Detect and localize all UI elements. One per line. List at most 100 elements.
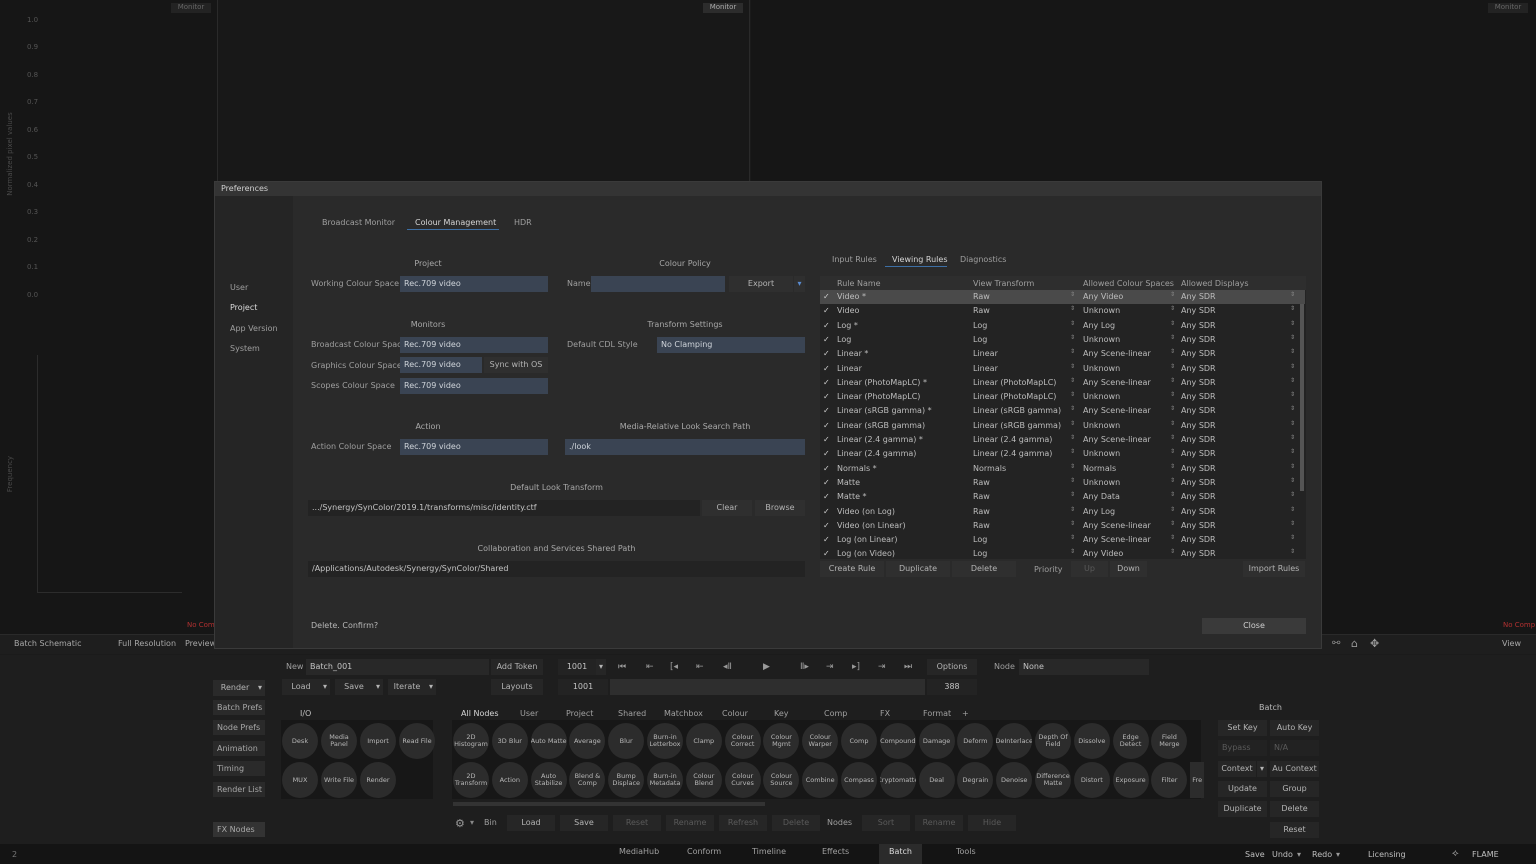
auto-key-button[interactable]: Auto Key bbox=[1270, 720, 1319, 736]
io-node-write-file[interactable]: Write File bbox=[321, 762, 357, 798]
table-row[interactable]: ✓ Video (on Log) Raw Any Log Any SDR ⇕ ⇕ ⇕ bbox=[820, 505, 1305, 519]
batch-name-field[interactable]: Batch_001 bbox=[306, 659, 489, 675]
broadcast-colour-space-field[interactable]: Rec.709 video bbox=[400, 337, 548, 353]
node-button[interactable]: Burn-in Metadata bbox=[647, 762, 683, 798]
node-button[interactable]: Edge Detect bbox=[1112, 723, 1149, 759]
bottom-tab[interactable]: Effects bbox=[812, 844, 859, 864]
side-btn-timing[interactable]: Timing bbox=[213, 761, 265, 776]
table-row[interactable]: ✓ Linear (2.4 gamma) Linear (2.4 gamma) Unk… bbox=[820, 447, 1305, 461]
load-button[interactable]: Load bbox=[282, 679, 320, 695]
duplicate-rule-button[interactable]: Duplicate bbox=[886, 561, 950, 577]
side-btn-batch-prefs[interactable]: Batch Prefs bbox=[213, 700, 265, 715]
load-dropdown[interactable]: ▾ bbox=[320, 679, 330, 695]
move-icon[interactable]: ✥ bbox=[1370, 637, 1379, 650]
next-key-icon[interactable]: ⇥ bbox=[878, 659, 886, 675]
frame-dropdown[interactable]: ▾ bbox=[596, 659, 606, 675]
check-icon[interactable]: ✓ bbox=[823, 449, 830, 458]
node-button[interactable]: Auto Stabilize bbox=[530, 762, 567, 798]
spinner-icon[interactable]: ⇕ bbox=[1070, 491, 1075, 498]
table-row[interactable]: ✓ Video * Raw Any Video Any SDR ⇕ ⇕ ⇕ bbox=[820, 290, 1305, 304]
col-header-allowed-colour-spaces[interactable]: Allowed Colour Spaces bbox=[1083, 279, 1174, 288]
io-node-render[interactable]: Render bbox=[360, 762, 396, 798]
spinner-icon[interactable]: ⇕ bbox=[1290, 448, 1295, 455]
node-tab[interactable]: Comp bbox=[824, 709, 847, 718]
node-tab[interactable]: Matchbox bbox=[664, 709, 703, 718]
spinner-icon[interactable]: ⇕ bbox=[1170, 463, 1175, 470]
spinner-icon[interactable]: ⇕ bbox=[1290, 363, 1295, 370]
bin-reset-button[interactable]: Reset bbox=[613, 815, 661, 831]
check-icon[interactable]: ✓ bbox=[823, 435, 830, 444]
node-button[interactable]: Colour Blend bbox=[685, 762, 722, 798]
spinner-icon[interactable]: ⇕ bbox=[1070, 434, 1075, 441]
col-header-rule-name[interactable]: Rule Name bbox=[837, 279, 881, 288]
node-tab[interactable]: Format bbox=[923, 709, 951, 718]
spinner-icon[interactable]: ⇕ bbox=[1170, 434, 1175, 441]
end-frame-field[interactable]: 388 bbox=[927, 679, 977, 695]
spinner-icon[interactable]: ⇕ bbox=[1290, 391, 1295, 398]
nodes-scrollbar[interactable] bbox=[453, 802, 765, 806]
bottom-tab[interactable]: Timeline bbox=[742, 844, 796, 864]
tab-hdr[interactable]: HDR bbox=[514, 218, 532, 227]
check-icon[interactable]: ✓ bbox=[823, 492, 830, 501]
spinner-icon[interactable]: ⇕ bbox=[1070, 534, 1075, 541]
node-button[interactable]: 3D Blur bbox=[491, 723, 528, 759]
working-colour-space-field[interactable]: Rec.709 video bbox=[400, 276, 548, 292]
check-icon[interactable]: ✓ bbox=[823, 321, 830, 330]
bottom-tab[interactable]: Batch bbox=[879, 844, 922, 864]
bin-rename-button[interactable]: Rename bbox=[666, 815, 714, 831]
prev-frame-mark-icon[interactable]: ⇤ bbox=[696, 659, 704, 675]
policy-name-field[interactable] bbox=[591, 276, 725, 292]
node-button[interactable]: Auto Matte bbox=[530, 723, 567, 759]
delete-node-button[interactable]: Delete bbox=[1270, 801, 1319, 817]
spinner-icon[interactable]: ⇕ bbox=[1290, 320, 1295, 327]
node-tab[interactable]: FX bbox=[880, 709, 890, 718]
add-token-button[interactable]: Add Token bbox=[491, 659, 543, 675]
spinner-icon[interactable]: ⇕ bbox=[1070, 291, 1075, 298]
spinner-icon[interactable]: ⇕ bbox=[1170, 405, 1175, 412]
table-row[interactable]: ✓ Linear (2.4 gamma) * Linear (2.4 gamma) A… bbox=[820, 433, 1305, 447]
side-btn-render-list[interactable]: Render List bbox=[213, 782, 265, 797]
io-node-media-panel[interactable]: Media Panel bbox=[321, 723, 357, 759]
graphics-colour-space-field[interactable]: Rec.709 video bbox=[400, 357, 482, 373]
delete-rule-button[interactable]: Delete bbox=[952, 561, 1016, 577]
scopes-colour-space-field[interactable]: Rec.709 video bbox=[400, 378, 548, 394]
save-button[interactable]: Save bbox=[335, 679, 373, 695]
sidebar-item-app-version[interactable]: App Version bbox=[230, 324, 278, 333]
iterate-dropdown[interactable]: ▾ bbox=[426, 679, 436, 695]
node-button[interactable]: Clamp bbox=[685, 723, 722, 759]
spinner-icon[interactable]: ⇕ bbox=[1290, 463, 1295, 470]
spinner-icon[interactable]: ⇕ bbox=[1070, 448, 1075, 455]
node-tab[interactable]: Shared bbox=[618, 709, 646, 718]
rules-tab-viewing[interactable]: Viewing Rules bbox=[892, 255, 947, 264]
spinner-icon[interactable]: ⇕ bbox=[1170, 420, 1175, 427]
spinner-icon[interactable]: ⇕ bbox=[1290, 520, 1295, 527]
spinner-icon[interactable]: ⇕ bbox=[1290, 506, 1295, 513]
layouts-button[interactable]: Layouts bbox=[491, 679, 543, 695]
spinner-icon[interactable]: ⇕ bbox=[1170, 305, 1175, 312]
spinner-icon[interactable]: ⇕ bbox=[1170, 448, 1175, 455]
duplicate-node-button[interactable]: Duplicate bbox=[1218, 801, 1267, 817]
spinner-icon[interactable]: ⇕ bbox=[1170, 320, 1175, 327]
bottom-tab[interactable]: Conform bbox=[677, 844, 731, 864]
spinner-icon[interactable]: ⇕ bbox=[1170, 491, 1175, 498]
au-context-button[interactable]: Au Context bbox=[1270, 761, 1319, 777]
spinner-icon[interactable]: ⇕ bbox=[1070, 305, 1075, 312]
bypass-button[interactable]: Bypass bbox=[1218, 740, 1267, 756]
sidebar-item-project[interactable]: Project bbox=[230, 303, 257, 312]
node-button[interactable]: Compass bbox=[841, 762, 877, 798]
node-button[interactable]: Depth Of Field bbox=[1035, 723, 1071, 759]
priority-up-button[interactable]: Up bbox=[1071, 561, 1108, 577]
set-key-button[interactable]: Set Key bbox=[1218, 720, 1267, 736]
clear-button[interactable]: Clear bbox=[702, 500, 752, 516]
spinner-icon[interactable]: ⇕ bbox=[1290, 348, 1295, 355]
spinner-icon[interactable]: ⇕ bbox=[1170, 477, 1175, 484]
side-btn-node-prefs[interactable]: Node Prefs bbox=[213, 720, 265, 735]
spinner-icon[interactable]: ⇕ bbox=[1070, 320, 1075, 327]
node-button[interactable]: Colour Correct bbox=[724, 723, 761, 759]
node-button[interactable]: Action bbox=[491, 762, 528, 798]
spinner-icon[interactable]: ⇕ bbox=[1070, 548, 1075, 555]
gear-icon[interactable]: ⚙ bbox=[455, 817, 465, 830]
node-button[interactable]: Denoise bbox=[996, 762, 1033, 798]
spinner-icon[interactable]: ⇕ bbox=[1070, 506, 1075, 513]
table-row[interactable]: ✓ Log * Log Any Log Any SDR ⇕ ⇕ ⇕ bbox=[820, 319, 1305, 333]
